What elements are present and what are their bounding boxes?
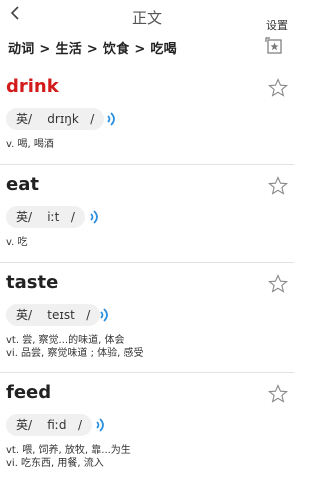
- breadcrumb: 动词 > 生活 > 饮食 > 吃喝: [8, 42, 177, 57]
- definition-line: vi. 吃东西, 用餐, 流入: [6, 458, 104, 469]
- star-icon[interactable]: [268, 176, 288, 196]
- definition-line: v. 喝, 喝酒: [6, 139, 54, 150]
- word-card[interactable]: eat 英/ iːt / v. 吃: [0, 165, 294, 263]
- word-title: drink: [6, 76, 59, 97]
- phonetic-label: 英/ teɪst /: [6, 304, 101, 326]
- definitions: v. 吃: [6, 236, 28, 249]
- page-title: 正文: [131, 9, 162, 27]
- speaker-icon[interactable]: [98, 307, 112, 323]
- word-title: taste: [6, 272, 59, 293]
- star-icon[interactable]: [268, 78, 288, 98]
- word-card[interactable]: feed 英/ fiːd / vt. 喂, 饲养, 放牧, 靠...为生 vi.…: [0, 373, 294, 485]
- word-card[interactable]: taste 英/ teɪst / vt. 尝, 察觉...的味道, 体会 vi.…: [0, 263, 294, 373]
- speaker-icon[interactable]: [105, 111, 119, 127]
- phonetic-label: 英/ fiːd /: [6, 414, 93, 436]
- definitions: v. 喝, 喝酒: [6, 138, 54, 151]
- definition-line: vt. 尝, 察觉...的味道, 体会: [6, 335, 125, 346]
- word-list: drink 英/ drɪŋk / v. 喝, 喝酒 eat 英/ iːt / v…: [0, 67, 294, 485]
- definition-line: vt. 喂, 饲养, 放牧, 靠...为生: [6, 445, 131, 456]
- star-icon[interactable]: [268, 384, 288, 404]
- definition-line: vi. 品尝, 察觉味道 ; 体验, 感受: [6, 348, 144, 359]
- speaker-icon[interactable]: [88, 209, 102, 225]
- word-card[interactable]: drink 英/ drɪŋk / v. 喝, 喝酒: [0, 67, 294, 165]
- definition-line: v. 吃: [6, 237, 28, 248]
- bookmark-star-icon[interactable]: [265, 37, 283, 55]
- word-title: eat: [6, 174, 39, 195]
- star-icon[interactable]: [268, 274, 288, 294]
- settings-button[interactable]: 设置: [266, 17, 288, 33]
- definitions: vt. 尝, 察觉...的味道, 体会 vi. 品尝, 察觉味道 ; 体验, 感…: [6, 334, 144, 360]
- definitions: vt. 喂, 饲养, 放牧, 靠...为生 vi. 吃东西, 用餐, 流入: [6, 444, 131, 470]
- phonetic-label: 英/ iːt /: [6, 206, 85, 228]
- speaker-icon[interactable]: [94, 417, 108, 433]
- phonetic-label: 英/ drɪŋk /: [6, 108, 105, 130]
- top-bar: 正文 设置: [0, 0, 294, 36]
- word-title: feed: [6, 382, 52, 403]
